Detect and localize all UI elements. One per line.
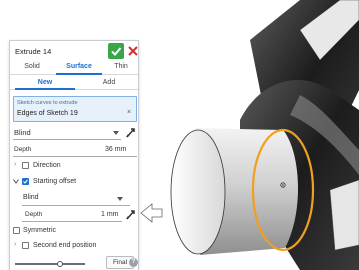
dialog-header: Extrude 14 (10, 41, 140, 61)
chevron-right-icon: › (14, 161, 17, 168)
confirm-button[interactable] (108, 43, 124, 59)
sketch-center-dot (282, 184, 284, 186)
depth-label: Depth (14, 146, 32, 153)
depth-field[interactable]: Depth 36 mm (13, 144, 137, 157)
check-icon (111, 47, 122, 56)
tab-thin[interactable]: Thin (110, 63, 132, 70)
end-type-dropdown[interactable]: Blind (13, 126, 137, 140)
second-end-checkbox[interactable] (22, 242, 29, 249)
offset-type-value: Blind (23, 194, 39, 201)
tab-solid[interactable]: Solid (20, 63, 44, 70)
offset-dropdown-underline (22, 205, 130, 206)
direction-option[interactable]: › Direction (13, 160, 137, 171)
extrude-dialog: Extrude 14 Solid Surface Thin New Add Sk… (9, 40, 140, 270)
close-icon (128, 46, 138, 56)
second-end-option[interactable]: › Second end position (13, 240, 137, 251)
tube-lower-ring (329, 179, 359, 251)
starting-offset-checkbox[interactable] (22, 178, 29, 185)
rollback-slider[interactable] (15, 261, 85, 267)
symmetric-label: Symmetric (23, 227, 57, 234)
second-end-label: Second end position (33, 242, 97, 249)
tab-new[interactable]: New (30, 79, 60, 86)
check-icon (23, 179, 28, 184)
chevron-down-icon (117, 197, 123, 201)
depth-underline (13, 156, 137, 157)
clear-selection-icon[interactable]: × (127, 109, 131, 116)
cancel-button[interactable] (127, 44, 139, 58)
offset-depth-underline (22, 221, 122, 222)
extrude-open-end[interactable] (170, 129, 226, 255)
selection-field-label: Sketch curves to extrude (17, 100, 78, 106)
tab-surface[interactable]: Surface (62, 63, 96, 70)
starting-offset-label: Starting offset (33, 178, 77, 185)
offset-manipulator-arrow[interactable] (140, 203, 163, 223)
starting-offset-option[interactable]: Starting offset (13, 176, 137, 187)
direction-label: Direction (33, 162, 61, 169)
tab-add[interactable]: Add (94, 79, 124, 86)
symmetric-option[interactable]: Symmetric (13, 225, 137, 236)
symmetric-checkbox[interactable] (13, 227, 20, 234)
offset-depth-field[interactable]: Depth 1 mm (13, 209, 137, 222)
active-tab-indicator (56, 73, 102, 75)
chevron-down-icon (13, 179, 19, 184)
creation-type-tabs: Solid Surface Thin (10, 61, 140, 75)
chevron-right-icon: › (14, 241, 17, 248)
dropdown-underline (13, 139, 121, 140)
help-icon[interactable]: ? (129, 258, 138, 267)
offset-depth-label: Depth (25, 211, 43, 218)
sketch-curves-selection-field[interactable]: Sketch curves to extrude Edges of Sketch… (13, 96, 137, 122)
direction-checkbox[interactable] (22, 162, 29, 169)
flip-direction-icon[interactable] (125, 209, 136, 220)
selection-field-value: Edges of Sketch 19 (17, 110, 78, 117)
dialog-title: Extrude 14 (15, 47, 52, 56)
flip-direction-icon[interactable] (125, 127, 136, 138)
operation-tabs: New Add (10, 76, 140, 90)
slider-handle[interactable] (57, 261, 63, 267)
end-type-value: Blind (14, 128, 31, 137)
offset-type-dropdown[interactable]: Blind (13, 192, 137, 206)
chevron-down-icon (113, 131, 119, 135)
depth-value[interactable]: 36 mm (105, 146, 126, 153)
active-subtab-indicator (15, 88, 75, 90)
offset-depth-value[interactable]: 1 mm (101, 211, 119, 218)
slider-track (15, 263, 85, 265)
